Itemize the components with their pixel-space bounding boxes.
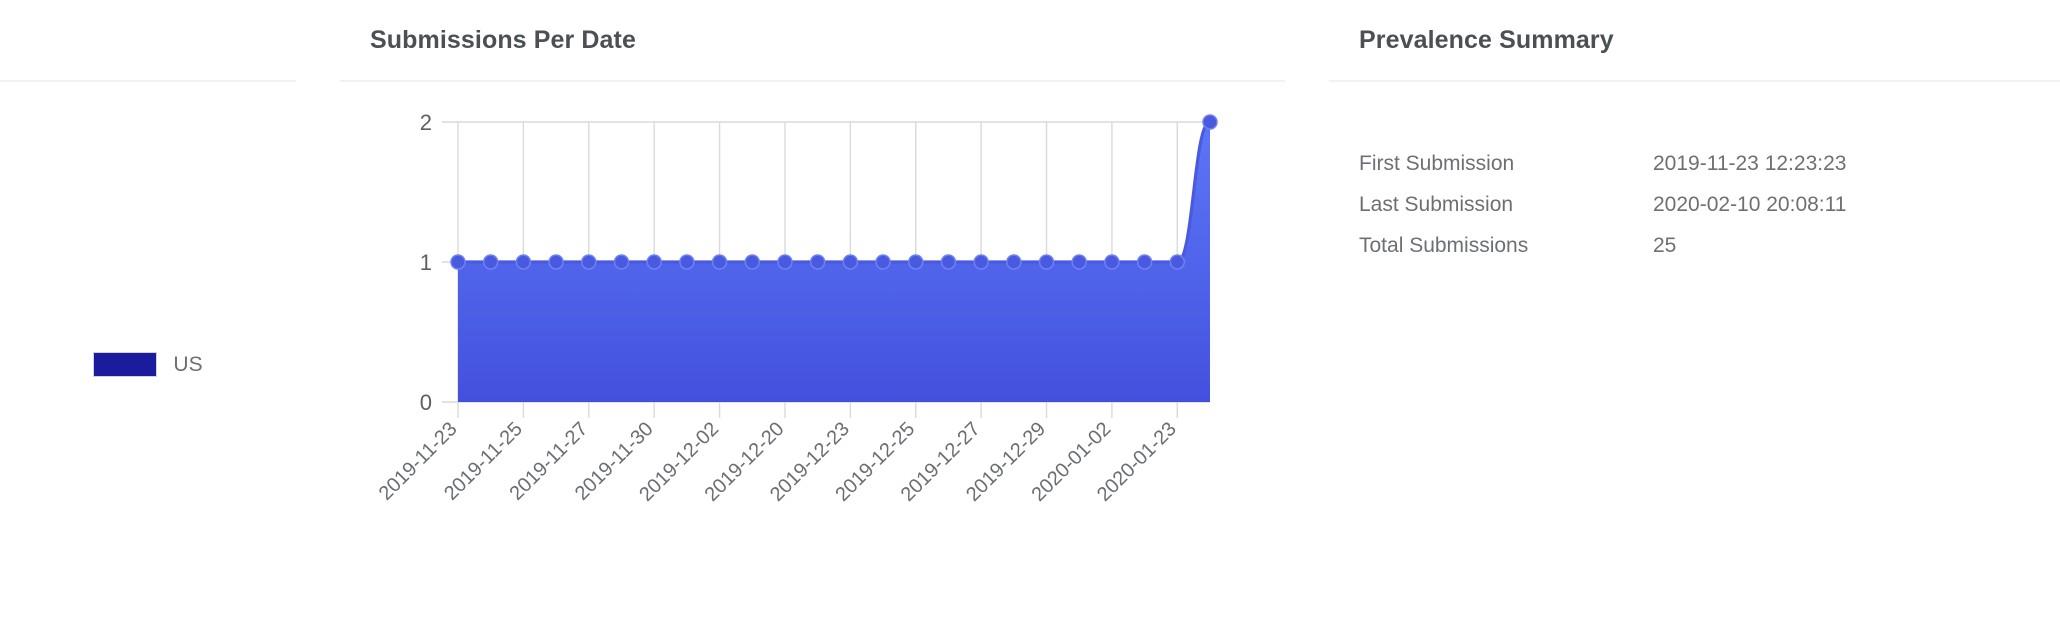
table-row: Last Submission 2020-02-10 20:08:11 bbox=[1359, 193, 1846, 234]
summary-table: First Submission 2019-11-23 12:23:23 Las… bbox=[1359, 152, 1846, 275]
chart-line bbox=[456, 120, 1212, 264]
summary-card-header: Prevalence Summary bbox=[1329, 0, 2060, 82]
table-row: First Submission 2019-11-23 12:23:23 bbox=[1359, 152, 1846, 193]
chart-card-title: Submissions Per Date bbox=[370, 25, 636, 54]
legend-item-label: US bbox=[173, 352, 203, 376]
summary-card-title: Prevalence Summary bbox=[1359, 25, 1614, 54]
chart-legend: US bbox=[0, 352, 296, 377]
chart-markers[interactable] bbox=[450, 114, 1218, 270]
last-submission-value: 2020-02-10 20:08:11 bbox=[1653, 193, 1847, 216]
legend-card: US bbox=[0, 0, 296, 640]
last-submission-label: Last Submission bbox=[1359, 193, 1514, 216]
chart-svg-canvas: 0 1 2 2019-11-232019-11-252019-11-272019-1… bbox=[375, 110, 1218, 506]
first-submission-value: 2019-11-23 12:23:23 bbox=[1653, 152, 1847, 175]
legend-card-header bbox=[0, 0, 296, 82]
total-submissions-label: Total Submissions bbox=[1359, 234, 1529, 257]
dashboard: US Submissions Per Date 0 1 2 2019-11-23… bbox=[0, 0, 2060, 640]
card-gap-2 bbox=[1285, 0, 1329, 640]
card-gap-1 bbox=[296, 0, 340, 640]
legend-item-us[interactable]: US bbox=[93, 352, 203, 377]
chart-card-header: Submissions Per Date bbox=[340, 0, 1285, 82]
prevalence-summary-card: Prevalence Summary First Submission 2019… bbox=[1329, 0, 2060, 640]
svg-text:2: 2 bbox=[420, 110, 432, 135]
table-row: Total Submissions 25 bbox=[1359, 234, 1846, 275]
submissions-per-date-chart[interactable]: 0 1 2 2019-11-23 2019-11-25 2019-11-27 2019-1… bbox=[340, 82, 1285, 640]
chart-y-axis: 0 1 2 bbox=[420, 110, 432, 415]
legend-swatch-icon bbox=[93, 352, 158, 377]
legend-card-body: US bbox=[0, 82, 296, 640]
chart-card-body: 0 1 2 2019-11-23 2019-11-25 2019-11-27 2019-1… bbox=[340, 82, 1285, 640]
first-submission-label: First Submission bbox=[1359, 152, 1515, 175]
svg-text:0: 0 bbox=[420, 390, 432, 415]
chart-x-axis: 2019-11-232019-11-252019-11-272019-11-30… bbox=[375, 418, 1181, 506]
summary-card-body: First Submission 2019-11-23 12:23:23 Las… bbox=[1329, 82, 2060, 640]
total-submissions-value: 25 bbox=[1653, 234, 1677, 257]
svg-text:1: 1 bbox=[420, 250, 432, 275]
chart-card: Submissions Per Date 0 1 2 2019-11-23 2019… bbox=[340, 0, 1285, 640]
